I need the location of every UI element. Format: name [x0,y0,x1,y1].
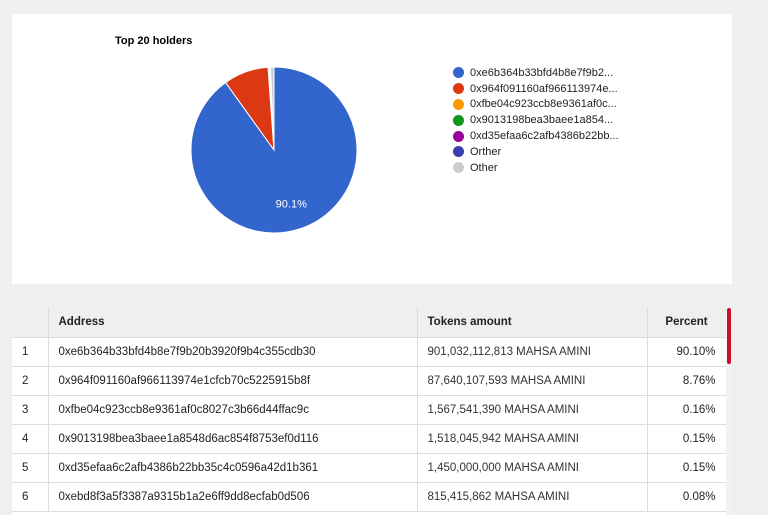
tokens-amount-cell: 815,415,862 MAHSA AMINI [417,482,648,512]
legend-item[interactable]: 0x9013198bea3baee1a854... [453,112,619,128]
tokens-amount-cell: 1,518,045,942 MAHSA AMINI [417,424,648,454]
legend-label: Orther [470,145,502,158]
tokens-amount-cell: 87,640,107,593 MAHSA AMINI [417,366,648,396]
legend-swatch-icon [453,98,464,110]
row-index: 2 [12,366,49,396]
legend-label: 0xfbe04c923ccb8e9361af0c... [470,98,617,111]
table-scrollbar[interactable] [726,307,732,515]
header-percent[interactable]: Percent [647,307,727,338]
legend-swatch-icon [453,83,464,95]
row-index: 6 [12,482,49,512]
scrollbar-thumb[interactable] [727,308,731,364]
table-row[interactable]: 5 0xd35efaa6c2afb4386b22bb35c4c0596a42d1b… [12,453,727,483]
table-row[interactable]: 6 0xebd8f3a5f3387a9315b1a2e6ff9dd8ecfab0d… [12,482,727,512]
legend-item[interactable]: 0xfbe04c923ccb8e9361af0c... [453,97,619,113]
legend-swatch-icon [453,162,464,174]
pie-chart: 90.1% [190,66,358,234]
address-cell[interactable]: 0xebd8f3a5f3387a9315b1a2e6ff9dd8ecfab0d5… [48,482,418,512]
legend-label: 0x964f091160af966113974e... [470,82,618,95]
legend-item[interactable]: 0xd35efaa6c2afb4386b22bb... [453,128,619,144]
percent-cell: 0.15% [647,453,727,483]
table-row[interactable]: 1 0xe6b364b33bfd4b8e7f9b20b3920f9b4c355cd… [12,337,727,367]
pie-data-label: 90.1% [276,199,307,211]
table-row[interactable]: 2 0x964f091160af966113974e1cfcb70c5225915… [12,366,727,396]
table-header-row: Address Tokens amount Percent [12,307,727,338]
percent-cell: 0.15% [647,424,727,454]
table-row[interactable]: 4 0x9013198bea3baee1a8548d6ac854f8753ef0d… [12,424,727,454]
holders-table: Address Tokens amount Percent 1 0xe6b364b… [12,307,727,512]
percent-cell: 90.10% [647,337,727,367]
percent-cell: 0.16% [647,395,727,425]
address-cell[interactable]: 0xfbe04c923ccb8e9361af0c8027c3b66d44ffac… [48,395,418,425]
header-tokens-amount[interactable]: Tokens amount [417,307,648,338]
tokens-amount-cell: 1,567,541,390 MAHSA AMINI [417,395,648,425]
header-address[interactable]: Address [48,307,418,338]
legend-label: Other [470,161,498,174]
percent-cell: 0.08% [647,482,727,512]
tokens-amount-cell: 1,450,000,000 MAHSA AMINI [417,453,648,483]
legend-item[interactable]: 0xe6b364b33bfd4b8e7f9b2... [453,65,619,81]
legend-label: 0x9013198bea3baee1a854... [470,114,614,127]
row-index: 4 [12,424,49,454]
legend-item[interactable]: Other [453,160,619,176]
chart-legend: 0xe6b364b33bfd4b8e7f9b2... 0x964f091160af… [453,65,619,176]
header-index [12,307,49,338]
legend-item[interactable]: 0x964f091160af966113974e... [453,81,619,97]
address-cell[interactable]: 0xd35efaa6c2afb4386b22bb35c4c0596a42d1b3… [48,453,418,483]
legend-item[interactable]: Orther [453,144,619,160]
legend-swatch-icon [453,67,464,79]
row-index: 3 [12,395,49,425]
legend-label: 0xd35efaa6c2afb4386b22bb... [470,130,619,143]
address-cell[interactable]: 0x964f091160af966113974e1cfcb70c5225915b… [48,366,418,396]
legend-swatch-icon [453,146,464,158]
row-index: 5 [12,453,49,483]
row-index: 1 [12,337,49,367]
legend-swatch-icon [453,114,464,126]
address-cell[interactable]: 0xe6b364b33bfd4b8e7f9b20b3920f9b4c355cdb… [48,337,418,367]
percent-cell: 8.76% [647,366,727,396]
tokens-amount-cell: 901,032,112,813 MAHSA AMINI [417,337,648,367]
table-row[interactable]: 3 0xfbe04c923ccb8e9361af0c8027c3b66d44ffa… [12,395,727,425]
legend-swatch-icon [453,130,464,142]
holders-chart-panel: Top 20 holders 90.1% 0xe6b364b33bfd4b8e7… [12,14,732,284]
legend-label: 0xe6b364b33bfd4b8e7f9b2... [470,66,614,79]
address-cell[interactable]: 0x9013198bea3baee1a8548d6ac854f8753ef0d1… [48,424,418,454]
holders-table-panel: Address Tokens amount Percent 1 0xe6b364b… [12,307,732,515]
